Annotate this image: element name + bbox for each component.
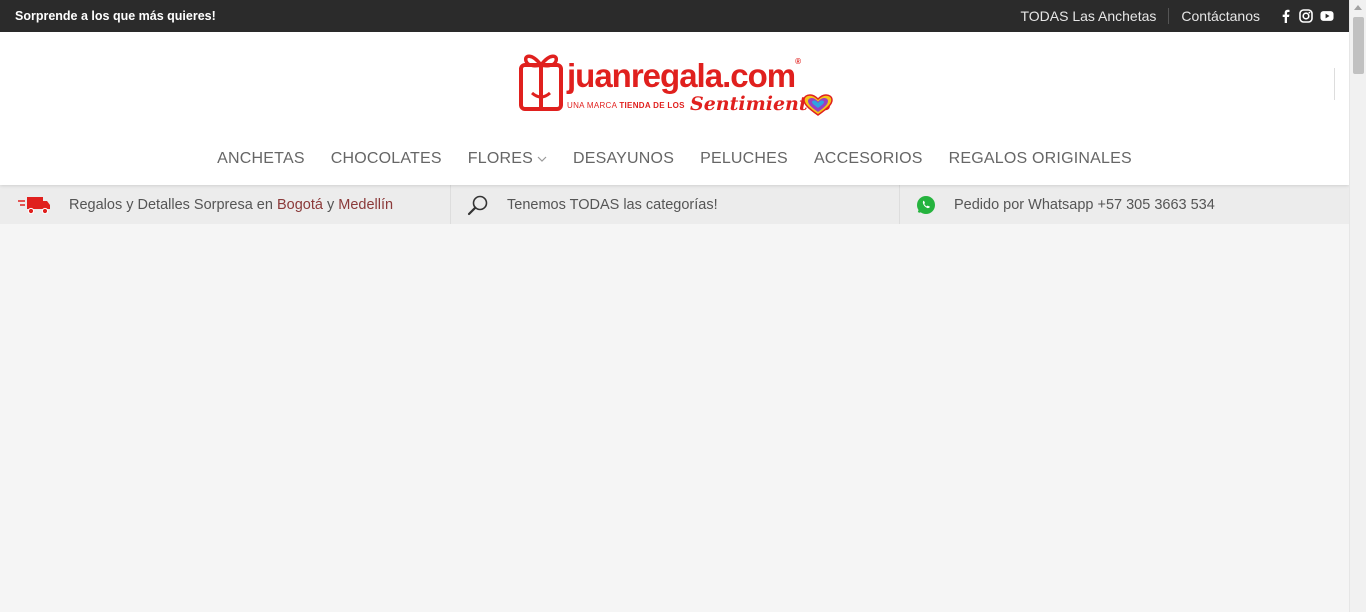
nav-item-regalos-originales[interactable]: REGALOS ORIGINALES xyxy=(949,150,1132,168)
site-logo[interactable]: juanregala.com® UNA MARCA TIENDA DE LOS … xyxy=(518,51,836,121)
facebook-icon[interactable] xyxy=(1278,9,1292,23)
delivery-text: Regalos y Detalles Sorpresa en Bogotá y … xyxy=(69,196,394,213)
promo-text: Sorprende a los que más quieres! xyxy=(15,9,216,23)
whatsapp-info: Pedido por Whatsapp +57 305 3663 534 xyxy=(899,185,1349,224)
site-header: juanregala.com® UNA MARCA TIENDA DE LOS … xyxy=(0,32,1349,185)
instagram-icon[interactable] xyxy=(1299,9,1313,23)
nav-item-desayunos[interactable]: DESAYUNOS xyxy=(573,150,674,168)
nav-item-accesorios[interactable]: ACCESORIOS xyxy=(814,150,923,168)
chevron-down-icon xyxy=(537,154,547,165)
scrollbar[interactable] xyxy=(1349,0,1366,612)
whatsapp-text: Pedido por Whatsapp +57 305 3663 534 xyxy=(954,196,1215,213)
youtube-icon[interactable] xyxy=(1320,9,1334,23)
delivery-truck-icon xyxy=(17,195,51,215)
scroll-up-arrow-icon[interactable] xyxy=(1354,5,1362,10)
logo-wordmark: juanregala.com® xyxy=(567,57,801,94)
search-icon xyxy=(467,194,489,216)
page: Sorprende a los que más quieres! TODAS L… xyxy=(0,0,1349,612)
bogota-link[interactable]: Bogotá xyxy=(277,197,323,213)
scrollbar-thumb[interactable] xyxy=(1353,17,1364,74)
logo-tagline: UNA MARCA TIENDA DE LOS xyxy=(567,101,685,110)
categories-info: Tenemos TODAS las categorías! xyxy=(450,185,899,224)
top-bar-links: TODAS Las Anchetas Contáctanos xyxy=(1020,8,1334,24)
contact-link[interactable]: Contáctanos xyxy=(1181,8,1260,24)
nav-item-peluches[interactable]: PELUCHES xyxy=(700,150,788,168)
header-divider xyxy=(1334,68,1335,100)
top-bar: Sorprende a los que más quieres! TODAS L… xyxy=(0,0,1349,32)
categories-text: Tenemos TODAS las categorías! xyxy=(507,196,718,213)
gift-box-icon xyxy=(519,54,563,111)
delivery-info: Regalos y Detalles Sorpresa en Bogotá y … xyxy=(0,185,450,224)
main-nav: ANCHETAS CHOCOLATES FLORES DESAYUNOS PEL… xyxy=(0,150,1349,168)
all-anchetas-link[interactable]: TODAS Las Anchetas xyxy=(1020,8,1156,24)
nav-item-label: FLORES xyxy=(467,150,533,167)
info-bar: Regalos y Detalles Sorpresa en Bogotá y … xyxy=(0,185,1349,224)
nav-item-anchetas[interactable]: ANCHETAS xyxy=(217,150,305,168)
nav-item-flores[interactable]: FLORES xyxy=(468,150,547,168)
content-area xyxy=(0,224,1349,612)
nav-item-chocolates[interactable]: CHOCOLATES xyxy=(331,150,442,168)
social-icons xyxy=(1278,9,1334,23)
medellin-link[interactable]: Medellín xyxy=(338,197,393,213)
rainbow-heart-icon xyxy=(803,94,833,116)
whatsapp-icon[interactable] xyxy=(916,195,936,215)
divider xyxy=(1168,8,1170,24)
